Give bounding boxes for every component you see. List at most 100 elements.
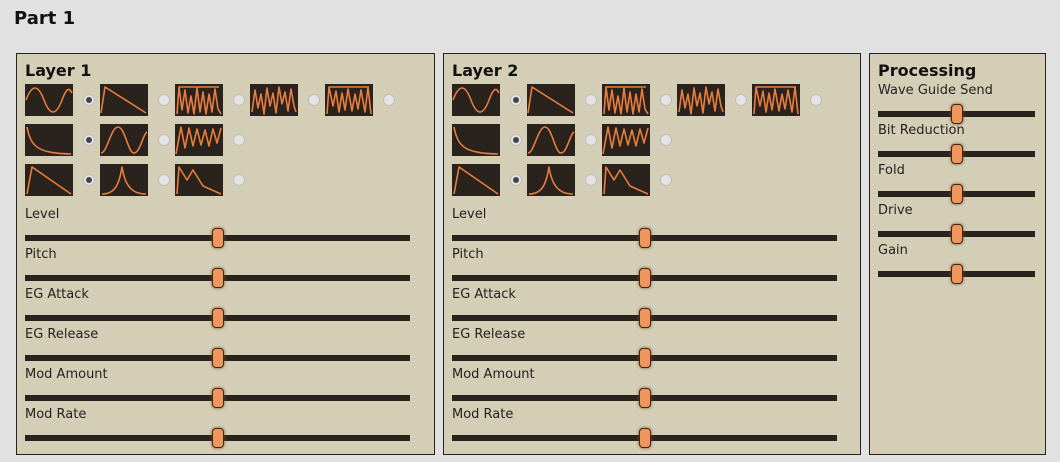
slider-thumb[interactable] <box>950 264 963 284</box>
noise-b-wave-icon[interactable] <box>677 84 725 116</box>
waveform-radio[interactable] <box>308 94 320 106</box>
waveform-radio[interactable] <box>158 94 170 106</box>
pulse-decay-wave-icon[interactable] <box>100 164 148 196</box>
layer-2-panel: Layer 2 Level Pitch EG Attack EG Release Mod… <box>443 53 861 455</box>
waveform-option[interactable] <box>602 124 677 156</box>
waveform-radio[interactable] <box>510 134 522 146</box>
waveform-option[interactable] <box>602 164 677 196</box>
waveform-row <box>452 84 827 116</box>
slider-label: Bit Reduction <box>878 123 965 138</box>
slider-label: Mod Amount <box>452 367 535 382</box>
waveform-radio[interactable] <box>83 174 95 186</box>
zigzag-wave-icon[interactable] <box>602 124 650 156</box>
waveform-radio[interactable] <box>660 134 672 146</box>
slider-label: Level <box>25 207 60 222</box>
slider-thumb[interactable] <box>211 228 224 248</box>
processing-title: Processing <box>878 61 977 80</box>
waveform-option[interactable] <box>175 164 250 196</box>
slider-label: EG Release <box>452 327 526 342</box>
waveform-option[interactable] <box>100 164 175 196</box>
waveform-option[interactable] <box>752 84 827 116</box>
waveform-radio[interactable] <box>660 174 672 186</box>
waveform-option[interactable] <box>602 84 677 116</box>
waveform-option[interactable] <box>325 84 400 116</box>
waveform-option[interactable] <box>175 84 250 116</box>
slider-label: Level <box>452 207 487 222</box>
noise-a-wave-icon[interactable] <box>175 84 223 116</box>
sine-wave-icon[interactable] <box>25 84 73 116</box>
waveform-radio[interactable] <box>158 134 170 146</box>
waveform-option[interactable] <box>250 84 325 116</box>
steps-wave-icon[interactable] <box>175 164 223 196</box>
layer-title: Layer 2 <box>452 61 519 80</box>
sine-wave-icon[interactable] <box>452 84 500 116</box>
waveform-option[interactable] <box>25 164 100 196</box>
slider-thumb[interactable] <box>211 268 224 288</box>
slider-thumb[interactable] <box>638 268 651 288</box>
waveform-radio[interactable] <box>585 94 597 106</box>
waveform-option[interactable] <box>175 124 250 156</box>
waveform-radio[interactable] <box>233 174 245 186</box>
waveform-option[interactable] <box>100 84 175 116</box>
waveform-radio[interactable] <box>585 134 597 146</box>
slider-thumb[interactable] <box>950 104 963 124</box>
noise-b-wave-icon[interactable] <box>250 84 298 116</box>
slider-thumb[interactable] <box>950 144 963 164</box>
waveform-option[interactable] <box>527 124 602 156</box>
slider-label: EG Attack <box>25 287 89 302</box>
waveform-option[interactable] <box>25 124 100 156</box>
slider-thumb[interactable] <box>638 228 651 248</box>
slider-thumb[interactable] <box>950 224 963 244</box>
waveform-radio[interactable] <box>510 174 522 186</box>
slider-thumb[interactable] <box>211 388 224 408</box>
waveform-option[interactable] <box>677 84 752 116</box>
ramp-decay-wave-icon[interactable] <box>25 164 73 196</box>
saw-down-wave-icon[interactable] <box>527 84 575 116</box>
noise-c-wave-icon[interactable] <box>752 84 800 116</box>
waveform-radio[interactable] <box>158 174 170 186</box>
slider-thumb[interactable] <box>638 308 651 328</box>
saw-down-wave-icon[interactable] <box>100 84 148 116</box>
sine-shifted-wave-icon[interactable] <box>100 124 148 156</box>
waveform-option[interactable] <box>452 84 527 116</box>
waveform-radio[interactable] <box>585 174 597 186</box>
waveform-radio[interactable] <box>810 94 822 106</box>
slider-thumb[interactable] <box>211 308 224 328</box>
slider-thumb[interactable] <box>638 348 651 368</box>
processing-panel: Processing Wave Guide Send Bit Reduction F… <box>869 53 1046 455</box>
noise-c-wave-icon[interactable] <box>325 84 373 116</box>
waveform-option[interactable] <box>452 164 527 196</box>
sine-shifted-wave-icon[interactable] <box>527 124 575 156</box>
waveform-radio[interactable] <box>83 94 95 106</box>
waveform-radio[interactable] <box>383 94 395 106</box>
waveform-radio[interactable] <box>735 94 747 106</box>
slider-thumb[interactable] <box>638 428 651 448</box>
waveform-row <box>25 164 250 196</box>
waveform-option[interactable] <box>100 124 175 156</box>
waveform-radio[interactable] <box>83 134 95 146</box>
noise-a-wave-icon[interactable] <box>602 84 650 116</box>
slider-thumb[interactable] <box>211 428 224 448</box>
waveform-row <box>452 164 677 196</box>
pulse-decay-wave-icon[interactable] <box>527 164 575 196</box>
slider-label: Mod Rate <box>25 407 87 422</box>
waveform-radio[interactable] <box>233 94 245 106</box>
slider-label: Wave Guide Send <box>878 83 993 98</box>
slider-thumb[interactable] <box>950 184 963 204</box>
waveform-option[interactable] <box>25 84 100 116</box>
zigzag-wave-icon[interactable] <box>175 124 223 156</box>
decay-wave-icon[interactable] <box>452 124 500 156</box>
slider-label: Pitch <box>452 247 484 262</box>
waveform-radio[interactable] <box>233 134 245 146</box>
decay-wave-icon[interactable] <box>25 124 73 156</box>
slider-thumb[interactable] <box>638 388 651 408</box>
waveform-row <box>25 84 400 116</box>
waveform-option[interactable] <box>452 124 527 156</box>
ramp-decay-wave-icon[interactable] <box>452 164 500 196</box>
waveform-radio[interactable] <box>660 94 672 106</box>
waveform-radio[interactable] <box>510 94 522 106</box>
steps-wave-icon[interactable] <box>602 164 650 196</box>
waveform-option[interactable] <box>527 84 602 116</box>
slider-thumb[interactable] <box>211 348 224 368</box>
waveform-option[interactable] <box>527 164 602 196</box>
